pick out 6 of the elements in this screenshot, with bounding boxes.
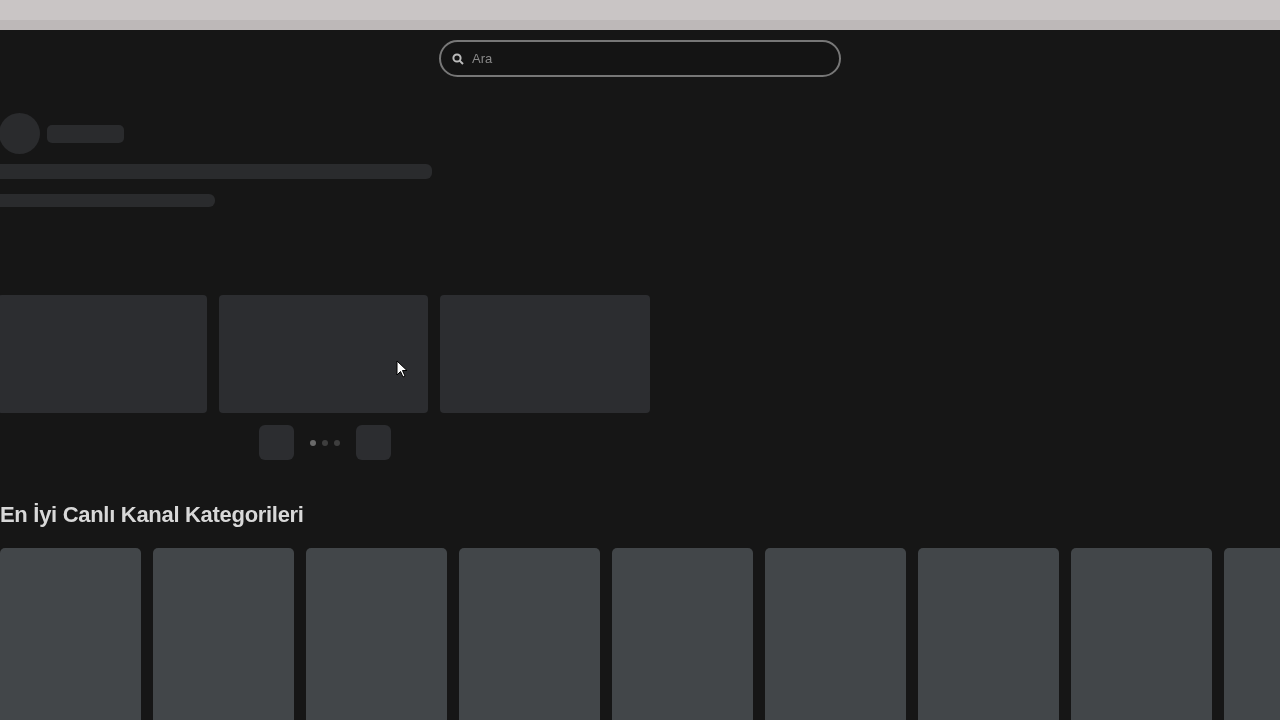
mouse-cursor-icon xyxy=(396,360,408,378)
next-button[interactable] xyxy=(356,425,391,460)
previous-button[interactable] xyxy=(259,425,294,460)
search-field[interactable]: Ara xyxy=(439,40,841,77)
section-title: En İyi Canlı Kanal Kategorileri xyxy=(0,501,305,529)
search-icon xyxy=(452,53,464,65)
